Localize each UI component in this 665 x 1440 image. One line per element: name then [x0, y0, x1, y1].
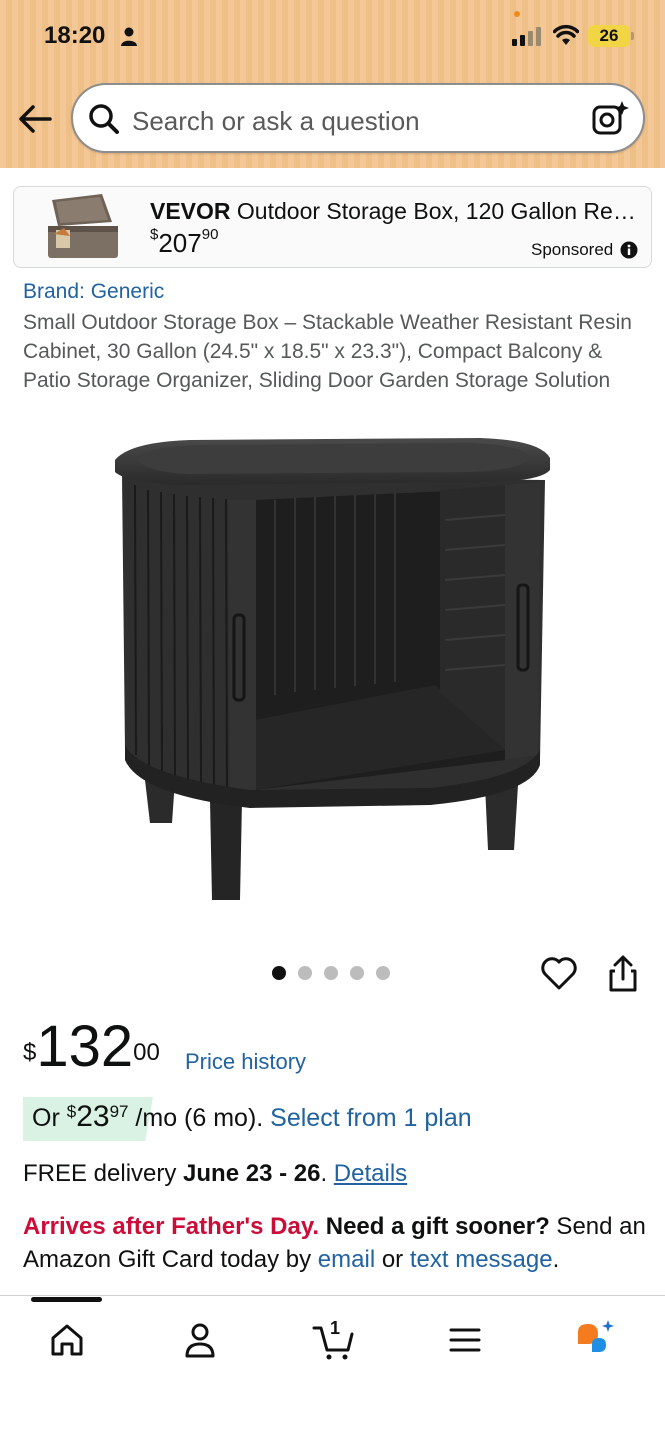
sponsored-label: Sponsored [531, 240, 614, 259]
plan-currency: $ [66, 1102, 77, 1121]
delivery-dates: June 23 - 26 [183, 1160, 321, 1187]
delivery-sep: . [320, 1160, 334, 1187]
share-icon[interactable] [606, 955, 640, 993]
rufus-icon[interactable] [574, 1318, 618, 1362]
plan-suffix: /mo (6 mo). [128, 1104, 271, 1132]
plan-prefix: Or [32, 1104, 67, 1132]
brand-link[interactable]: Brand: Generic [23, 280, 164, 304]
camera-search-icon[interactable] [591, 100, 629, 136]
product-title: Small Outdoor Storage Box – Stackable We… [23, 311, 632, 392]
carousel-dot[interactable] [376, 966, 390, 980]
text-message-link[interactable]: text message [410, 1246, 553, 1273]
delivery-details-link[interactable]: Details [334, 1160, 407, 1187]
email-link[interactable]: email [318, 1246, 375, 1273]
cart-count: 1 [330, 1318, 341, 1338]
gift-alert: Arrives after Father's Day. [23, 1213, 320, 1240]
home-icon[interactable] [45, 1318, 89, 1362]
gift-text-end: . [552, 1246, 560, 1273]
price-fraction: 00 [133, 1039, 160, 1066]
search-icon [89, 104, 119, 134]
carousel-dot[interactable] [324, 966, 338, 980]
menu-icon[interactable] [443, 1318, 487, 1362]
person-icon [121, 27, 137, 46]
ad-price-whole: 207 [158, 228, 202, 258]
ad-price-currency: $ [150, 226, 159, 243]
price-history-link[interactable]: Price history [185, 1049, 306, 1075]
delivery-info: FREE delivery June 23 - 26. Details [23, 1160, 407, 1188]
cellular-signal-icon [512, 27, 541, 46]
image-carousel-dots[interactable] [272, 966, 390, 982]
wifi-icon [553, 24, 579, 45]
plan-whole: 23 [76, 1100, 110, 1133]
nav-active-indicator [31, 1297, 102, 1302]
price-currency: $ [23, 1039, 37, 1066]
gift-text-or: or [375, 1246, 410, 1273]
heart-icon[interactable] [540, 955, 578, 991]
ad-price-fraction: 90 [201, 226, 219, 243]
search-input[interactable] [132, 104, 582, 138]
privacy-indicator-dot [514, 11, 520, 17]
status-time: 18:20 [44, 22, 106, 49]
select-plan-link[interactable]: Select from 1 plan [270, 1104, 472, 1132]
back-arrow-icon[interactable] [18, 104, 52, 134]
ad-title-text: Outdoor Storage Box, 120 Gallon Re… [230, 198, 635, 224]
account-icon[interactable] [178, 1318, 222, 1362]
carousel-dot-active[interactable] [272, 966, 286, 980]
info-icon[interactable] [620, 241, 638, 259]
plan-fraction: 97 [109, 1102, 129, 1121]
price-whole: 132 [36, 1014, 134, 1079]
carousel-dot[interactable] [298, 966, 312, 980]
ad-brand: VEVOR [150, 198, 231, 224]
battery-indicator: 26 [588, 25, 630, 47]
product-image[interactable] [100, 430, 565, 915]
ad-product-thumbnail [48, 194, 118, 258]
carousel-dot[interactable] [350, 966, 364, 980]
delivery-prefix: FREE delivery [23, 1160, 184, 1187]
ad-price: $20790 [150, 226, 219, 259]
battery-nub [631, 32, 634, 40]
ad-title[interactable]: VEVOR Outdoor Storage Box, 120 Gallon Re… [150, 198, 635, 225]
bottom-navigation [0, 1295, 665, 1440]
gift-question: Need a gift sooner? [319, 1213, 550, 1240]
gift-notice: Arrives after Father's Day. Need a gift … [23, 1210, 653, 1276]
installment-plan: Or $2397 /mo (6 mo). Select from 1 plan [32, 1100, 472, 1134]
price: $13200 [23, 1015, 160, 1079]
